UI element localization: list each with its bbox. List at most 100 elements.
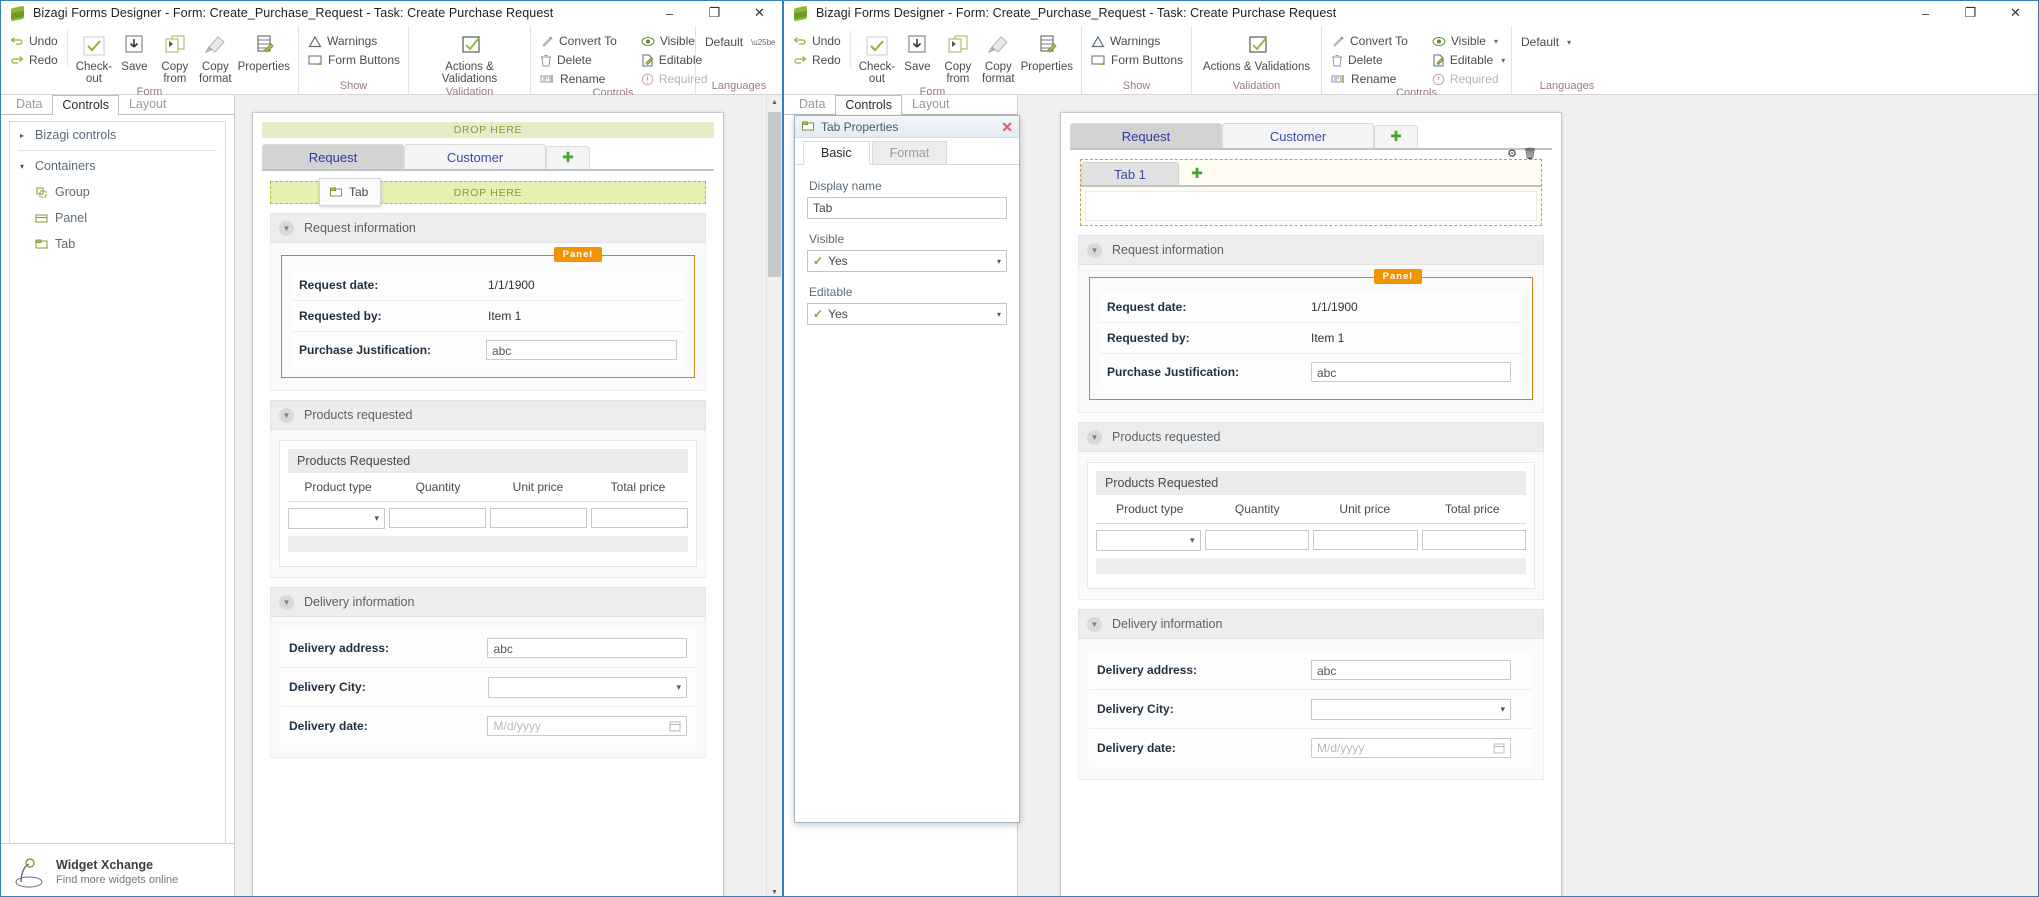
maximize-button[interactable]: ❐ [692,1,737,25]
tree-item-bizagi-controls[interactable]: ▸ Bizagi controls [10,122,225,148]
section-header[interactable]: ▼ Delivery information [1078,609,1544,639]
tab-controls[interactable]: Controls [835,95,902,115]
chevron-down-icon[interactable]: ▼ [1087,242,1102,258]
calendar-icon[interactable] [1493,742,1505,754]
chevron-down-icon[interactable]: ▼ [1087,429,1102,445]
editable-dropdown[interactable]: Editable ▾ [1429,52,1508,68]
tree-item-panel[interactable]: Panel [10,205,225,231]
form-tab-customer[interactable]: Customer [404,144,546,169]
canvas-scrollbar[interactable]: ▲ ▼ [766,95,782,896]
drop-zone-row[interactable]: DROP HERE Tab [270,178,706,206]
rename-button[interactable]: Rename [1328,71,1411,87]
panel-container[interactable]: Panel Request date: 1/1/1900 Requested b… [281,247,695,378]
tab-1[interactable]: Tab 1 [1081,162,1179,185]
undo-button[interactable]: Undo [7,33,61,49]
section-header[interactable]: ▼ Products requested [1078,422,1544,452]
add-tab-button[interactable]: ✚ [546,146,590,169]
product-type-select[interactable]: ▾ [1096,530,1201,551]
widget-xchange-bar[interactable]: Widget Xchange Find more widgets online [1,843,234,896]
tree-item-tab[interactable]: Tab [10,231,225,257]
total-price-input[interactable] [591,508,688,528]
default-language-dropdown[interactable]: Default \u25be [702,34,779,50]
redo-button[interactable]: Redo [7,52,61,68]
tab-editor-add-button[interactable]: ✚ [1179,162,1215,185]
copy-format-button[interactable]: Copy format [978,30,1018,86]
dialog-tab-basic[interactable]: Basic [803,141,870,165]
product-type-select[interactable]: ▾ [288,508,385,529]
chevron-down-icon[interactable]: ▼ [279,220,294,236]
save-button[interactable]: Save [114,30,154,74]
scrollbar-thumb[interactable] [768,112,781,277]
default-language-dropdown[interactable]: Default ▾ [1518,34,1574,50]
rename-button[interactable]: Rename [537,71,620,87]
delivery-date-input[interactable]: M/d/yyyy [487,716,687,736]
tree-item-containers[interactable]: ▾ Containers [10,153,225,179]
minimize-button[interactable]: – [647,1,692,25]
tab-layout[interactable]: Layout [119,94,177,114]
convert-to-button[interactable]: Convert To [1328,33,1411,49]
chevron-down-icon[interactable]: ▾ [20,162,28,171]
save-button[interactable]: Save [897,30,937,74]
tab-data[interactable]: Data [789,94,835,114]
calendar-icon[interactable] [669,720,681,732]
visible-select[interactable]: ✓ Yes ▾ [807,250,1007,272]
check-out-button[interactable]: Check-out [857,30,897,86]
warnings-button[interactable]: Warnings [1088,33,1186,49]
tab-controls[interactable]: Controls [52,95,119,115]
restore-button[interactable]: ❐ [1948,1,1993,25]
copy-from-button[interactable]: Copy from [155,30,195,86]
tab-editor-content[interactable] [1085,191,1537,221]
tree-item-group[interactable]: Group [10,179,225,205]
chevron-right-icon[interactable]: ▸ [20,131,28,140]
purchase-justification-input[interactable]: abc [485,340,677,360]
chevron-down-icon[interactable]: ▼ [279,407,294,423]
delivery-city-select[interactable]: ▾ [487,676,687,698]
delete-button[interactable]: Delete [1328,52,1411,68]
warnings-button[interactable]: Warnings [305,33,403,49]
delivery-date-input[interactable]: M/d/yyyy [1311,738,1511,758]
chevron-down-icon[interactable]: ▾ [1567,38,1571,47]
close-button[interactable]: ✕ [737,1,782,25]
check-out-button[interactable]: Check-out [74,30,114,86]
editable-select[interactable]: ✓ Yes ▾ [807,303,1007,325]
delete-icon[interactable]: 🗑 [1523,147,1537,160]
add-tab-button[interactable]: ✚ [1374,125,1418,148]
actions-validations-button[interactable]: Actions & Validations [1201,30,1312,74]
dialog-close-button[interactable]: ✕ [1001,120,1013,134]
total-price-input[interactable] [1421,530,1526,550]
panel-container[interactable]: Panel Request date: 1/1/1900 Requested b… [1089,269,1533,400]
delete-button[interactable]: Delete [537,52,620,68]
undo-button[interactable]: Undo [790,33,844,49]
chevron-down-icon[interactable]: ▾ [997,310,1001,319]
section-header[interactable]: ▼ Products requested [270,400,706,430]
quantity-input[interactable] [389,508,486,528]
chevron-down-icon[interactable]: ▾ [997,257,1001,266]
minimize-button[interactable]: – [1903,1,1948,25]
section-header[interactable]: ▼ Request information [270,213,706,243]
scroll-up-button[interactable]: ▲ [767,95,782,110]
redo-button[interactable]: Redo [790,52,844,68]
drag-chip-tab[interactable]: Tab [319,178,382,206]
close-button[interactable]: ✕ [1993,1,2038,25]
chevron-down-icon[interactable]: ▼ [1087,616,1102,632]
unit-price-input[interactable] [490,508,587,528]
form-tab-customer[interactable]: Customer [1222,123,1374,148]
tab-data[interactable]: Data [6,94,52,114]
section-header[interactable]: ▼ Request information [1078,235,1544,265]
form-buttons-button[interactable]: Form Buttons [305,52,403,68]
visible-dropdown[interactable]: Visible ▾ [1429,33,1508,49]
copy-format-button[interactable]: Copy format [195,30,235,86]
properties-button[interactable]: Properties [1019,30,1075,74]
chevron-down-icon[interactable]: ▾ [1494,37,1498,46]
form-tab-request[interactable]: Request [262,144,404,169]
form-buttons-button[interactable]: Form Buttons [1088,52,1186,68]
drop-zone-top[interactable]: DROP HERE [262,122,714,138]
purchase-justification-input[interactable]: abc [1311,362,1511,382]
form-tab-request[interactable]: Request [1070,123,1222,148]
quantity-input[interactable] [1204,530,1309,550]
chevron-down-icon[interactable]: ▼ [279,594,294,610]
actions-validations-button[interactable]: Actions & Validations [415,30,524,86]
delivery-address-input[interactable]: abc [487,638,687,658]
tab-layout[interactable]: Layout [902,94,960,114]
chevron-down-icon[interactable]: ▾ [1501,56,1505,65]
